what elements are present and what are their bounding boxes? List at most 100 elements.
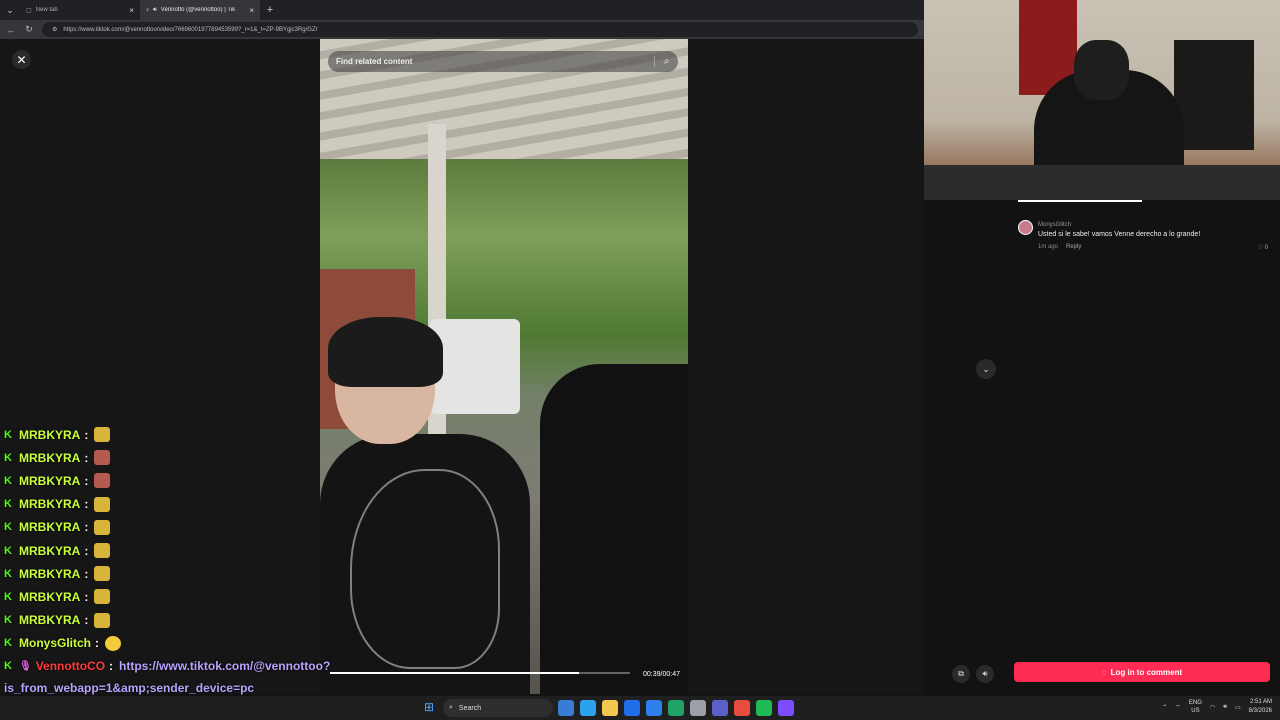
video-timecode: 00:39/00:47 <box>643 671 680 678</box>
tab-tiktok[interactable]: ♪ 🔊︎ Vennotto (@vennottoo) | Tik × <box>140 0 260 20</box>
chat-message: K MRBKYRA : <box>4 585 334 608</box>
reply-button[interactable]: Reply <box>1066 244 1081 250</box>
avatar[interactable] <box>1018 220 1033 235</box>
chat-username: MRBKYRA <box>19 450 81 465</box>
chat-username: MRBKYRA <box>19 613 81 628</box>
tab-new-tab[interactable]: ▢ New tab × <box>20 0 140 20</box>
new-tab-button[interactable]: + <box>260 4 280 16</box>
reload-icon[interactable]: ↻ <box>24 24 34 35</box>
tab-close-icon[interactable]: × <box>129 6 134 15</box>
chat-message: K MonysGlitch : <box>4 632 334 655</box>
clock-date: 8/3/2026 <box>1248 708 1272 714</box>
back-arrow-icon[interactable]: ← <box>6 25 16 35</box>
taskbar-app-icon[interactable] <box>756 700 772 716</box>
kick-badge-icon: K <box>4 614 12 627</box>
taskbar-app-icon[interactable] <box>712 700 728 716</box>
chat-separator: : <box>84 589 89 604</box>
tab-title: Vennotto (@vennottoo) | Tik <box>160 7 236 13</box>
kick-badge-icon: K <box>4 451 12 464</box>
tab-title: New tab <box>35 7 58 13</box>
wifi-icon[interactable]: ◠ <box>1210 704 1215 711</box>
system-tray: ⌃ ⌔ ENG US ◠ 🔊︎ ▭ 2:51 AM 8/3/2026 <box>1162 698 1272 716</box>
volume-icon[interactable]: 🔊︎ <box>976 665 994 683</box>
clock[interactable]: 2:51 AM 8/3/2026 <box>1249 698 1272 716</box>
chat-separator: : <box>84 520 89 535</box>
chevron-up-icon[interactable]: ⌃ <box>1162 704 1167 711</box>
kick-badge-icon: K <box>4 498 12 511</box>
kick-badge-icon: K <box>4 474 12 487</box>
search-icon[interactable]: ⌕ <box>654 56 678 67</box>
chat-username: MRBKYRA <box>19 520 81 535</box>
chat-username: MRBKYRA <box>19 497 81 512</box>
video-scene-car <box>540 364 688 694</box>
chat-separator: : <box>84 543 89 558</box>
kick-badge-icon: K <box>4 590 12 603</box>
like-button[interactable]: ♡ 0 <box>1258 244 1268 251</box>
chat-link: https://www.tiktok.com/@vennottoo? <box>119 659 331 674</box>
pip-icon[interactable]: ⧉ <box>952 665 970 683</box>
video-player[interactable]: Find related content ⌕ 00:39/00:47 <box>320 39 688 694</box>
chat-message-link: K 🎙︎ VennottoCO : https://www.tiktok.com… <box>4 655 334 678</box>
search-placeholder: Find related content <box>336 57 413 66</box>
network-icon[interactable]: ⌔ <box>1175 703 1181 711</box>
speaker-icon: 🔊︎ <box>153 6 157 13</box>
taskbar-app-icon[interactable] <box>668 700 684 716</box>
language-indicator[interactable]: ENG US <box>1189 699 1202 715</box>
emote-icon <box>94 543 111 559</box>
comment-username[interactable]: MonysGlitch <box>1038 222 1071 228</box>
search-icon: ⌕ <box>449 704 453 711</box>
taskbar-search[interactable]: ⌕ Search <box>443 699 553 717</box>
chat-message: K MRBKYRA : <box>4 539 334 562</box>
url-text: https://www.tiktok.com/@vennottoo/video/… <box>63 26 318 33</box>
webcam-scene-monitor <box>924 165 1280 200</box>
kick-badge-icon: K <box>4 637 12 650</box>
chat-username: MRBKYRA <box>19 589 81 604</box>
region-code: US <box>1191 708 1200 714</box>
tab-menu-icon[interactable]: ⌄ <box>0 0 20 20</box>
close-icon[interactable]: ✕ <box>12 50 31 69</box>
battery-icon[interactable]: ▭ <box>1235 704 1241 711</box>
kick-badge-icon: K <box>4 428 12 441</box>
chat-username: MRBKYRA <box>19 566 81 581</box>
taskbar-app-icon[interactable] <box>778 700 794 716</box>
video-scene-cap <box>328 317 443 387</box>
taskbar-app-icon[interactable] <box>646 700 662 716</box>
chevron-down-icon[interactable]: ⌄ <box>976 359 996 379</box>
webcam-overlay <box>924 0 1280 200</box>
video-scene-shirt-print <box>350 469 500 669</box>
chat-separator: : <box>109 659 114 674</box>
emote-icon <box>94 612 111 628</box>
comment-bubble-icon: ◌ <box>1101 667 1107 677</box>
heart-icon: ♡ <box>1257 245 1263 251</box>
tab-page-icon: ▢ <box>26 7 32 14</box>
taskbar-app-icon[interactable] <box>580 700 596 716</box>
tab-close-icon[interactable]: × <box>249 6 254 15</box>
taskbar-app-icon[interactable] <box>624 700 640 716</box>
windows-start-icon[interactable]: ⊞ <box>424 701 437 714</box>
emote-icon <box>94 519 111 535</box>
emote-icon <box>94 427 111 443</box>
chat-link-continued: is_from_webapp=1&amp;sender_device=pc <box>4 680 255 695</box>
video-progress-bar[interactable] <box>330 672 630 674</box>
chat-username: MonysGlitch <box>19 636 92 651</box>
url-field[interactable]: ⚙ https://www.tiktok.com/@vennottoo/vide… <box>42 22 918 37</box>
taskbar-app-icon[interactable] <box>602 700 618 716</box>
chat-username: VennottoCO <box>35 659 106 674</box>
browser-tab-bar: ⌄ ▢ New tab × ♪ 🔊︎ Vennotto (@vennottoo)… <box>0 0 924 20</box>
tiktok-icon: ♪ <box>146 7 149 13</box>
taskbar-app-icon[interactable] <box>690 700 706 716</box>
related-content-search[interactable]: Find related content ⌕ <box>328 51 678 72</box>
site-info-icon[interactable]: ⚙ <box>52 26 57 33</box>
chat-username: MRBKYRA <box>19 543 81 558</box>
taskbar-app-icon[interactable] <box>558 700 574 716</box>
emote-icon <box>94 473 111 489</box>
chat-username: MRBKYRA <box>19 427 81 442</box>
login-to-comment-button[interactable]: ◌ Log in to comment <box>1014 662 1270 682</box>
chat-message: K MRBKYRA : <box>4 469 334 492</box>
volume-icon[interactable]: 🔊︎ <box>1223 704 1227 711</box>
language-code: ENG <box>1188 700 1202 706</box>
taskbar-apps <box>558 700 794 716</box>
chat-message: K MRBKYRA : <box>4 423 334 446</box>
taskbar-app-icon[interactable] <box>734 700 750 716</box>
kick-badge-icon: K <box>4 521 12 534</box>
